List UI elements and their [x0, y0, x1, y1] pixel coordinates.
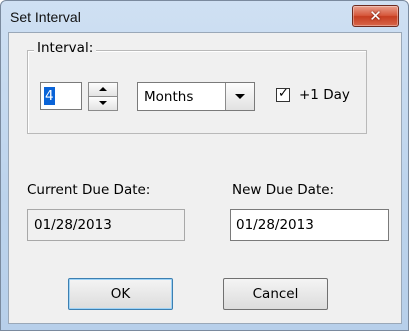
new-due-date-value: 01/28/2013 — [236, 217, 314, 233]
close-icon: ✕ — [369, 7, 382, 25]
spin-down-button[interactable] — [88, 96, 118, 111]
dropdown-button[interactable] — [225, 83, 254, 110]
interval-unit-value: Months — [144, 89, 194, 105]
interval-group-label: Interval: — [34, 40, 97, 56]
chevron-down-icon — [235, 94, 245, 99]
window-title: Set Interval — [10, 9, 81, 25]
current-due-date-field: 01/28/2013 — [27, 209, 185, 241]
arrow-up-icon — [99, 87, 107, 91]
plus-one-day-checkbox[interactable]: ✓ — [276, 86, 290, 102]
interval-spinner[interactable] — [88, 82, 118, 111]
ok-button[interactable]: OK — [68, 278, 173, 310]
new-due-date-input[interactable]: 01/28/2013 — [230, 209, 389, 241]
interval-value-text: 4 — [44, 87, 55, 105]
new-due-date-label: New Due Date: — [232, 182, 335, 198]
cancel-button[interactable]: Cancel — [223, 278, 328, 310]
interval-unit-dropdown[interactable]: Months — [137, 82, 255, 111]
title-bar[interactable]: Set Interval ✕ — [1, 1, 408, 31]
spin-up-button[interactable] — [88, 82, 118, 97]
interval-value-input[interactable]: 4 — [40, 82, 82, 110]
plus-one-day-label[interactable]: +1 Day — [299, 87, 350, 103]
arrow-down-icon — [99, 101, 107, 105]
current-due-date-value: 01/28/2013 — [34, 217, 112, 233]
checkmark-icon: ✓ — [278, 86, 289, 101]
current-due-date-label: Current Due Date: — [27, 182, 151, 198]
close-button[interactable]: ✕ — [352, 5, 399, 27]
